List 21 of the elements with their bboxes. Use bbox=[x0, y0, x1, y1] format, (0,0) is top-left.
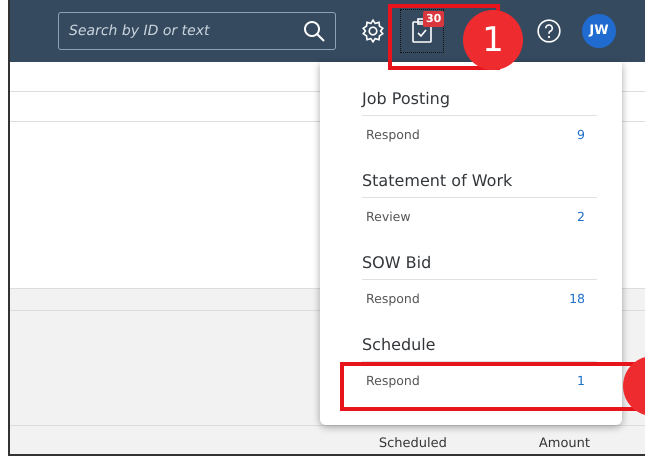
column-header: Amount bbox=[538, 435, 590, 453]
group-title: Schedule bbox=[362, 335, 597, 362]
item-count[interactable]: 1 bbox=[577, 372, 585, 389]
search-icon[interactable] bbox=[302, 19, 326, 43]
settings-icon[interactable] bbox=[360, 18, 386, 44]
item-count[interactable]: 2 bbox=[577, 208, 585, 225]
action-link[interactable]: Respond bbox=[366, 290, 420, 307]
action-link[interactable]: Respond bbox=[366, 126, 420, 143]
item-count[interactable]: 9 bbox=[577, 126, 585, 143]
group-title: Job Posting bbox=[362, 89, 597, 116]
notification-count: 30 bbox=[423, 11, 444, 27]
group-title: SOW Bid bbox=[362, 253, 597, 280]
user-avatar[interactable]: JW bbox=[582, 14, 616, 48]
action-link[interactable]: Review bbox=[366, 208, 411, 225]
item-count[interactable]: 18 bbox=[569, 290, 585, 307]
action-link[interactable]: Respond bbox=[366, 372, 420, 389]
search-field[interactable]: Search by ID or text bbox=[58, 12, 336, 50]
column-header: Scheduled bbox=[378, 435, 447, 453]
group-title: Statement of Work bbox=[362, 171, 597, 198]
help-icon[interactable] bbox=[536, 18, 562, 44]
notifications-button[interactable]: 30 bbox=[400, 9, 444, 53]
